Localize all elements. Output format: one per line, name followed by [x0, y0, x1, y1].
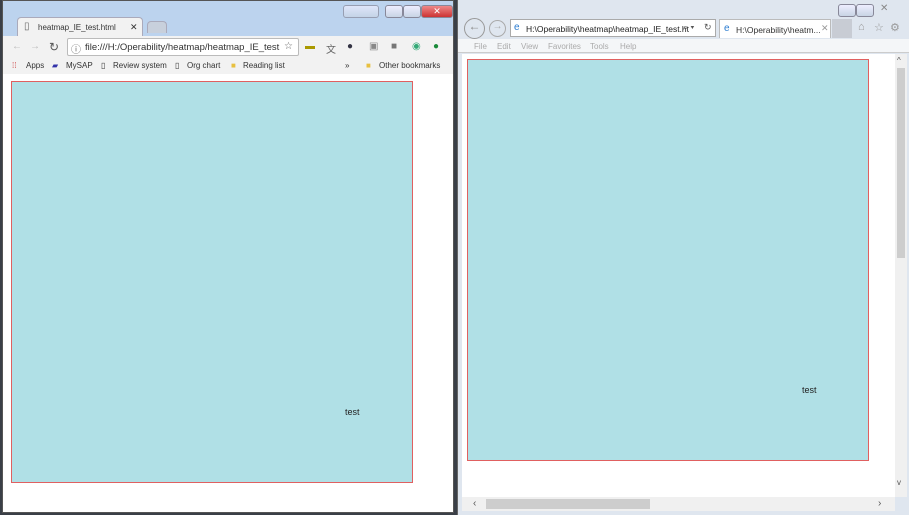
- tab-title: heatmap_IE_test.html: [38, 23, 116, 32]
- menu-favorites[interactable]: Favorites: [548, 42, 581, 51]
- minimize-button[interactable]: [385, 5, 403, 18]
- page-icon: ▯: [101, 61, 106, 70]
- bookmark-mysap[interactable]: MySAP: [66, 61, 93, 70]
- reload-icon[interactable]: ↻: [49, 40, 59, 54]
- apps-icon: ⁞⁞: [12, 61, 17, 70]
- horizontal-scrollbar[interactable]: ‹ ›: [462, 497, 895, 511]
- tab-heatmap[interactable]: e H:\Operability\heatm... ✕: [719, 19, 831, 38]
- bookmark-reading-list[interactable]: Reading list: [243, 61, 285, 70]
- heatmap-label: test: [802, 385, 817, 395]
- menu-help[interactable]: Help: [620, 42, 636, 51]
- vertical-scroll-thumb[interactable]: [897, 68, 905, 258]
- extension-clock-icon[interactable]: ●: [347, 41, 353, 52]
- new-tab-button[interactable]: [147, 21, 167, 33]
- forward-icon[interactable]: →: [30, 41, 40, 52]
- bookmark-org-chart[interactable]: Org chart: [187, 61, 220, 70]
- heatmap-label: test: [345, 407, 360, 417]
- folder-icon: ■: [366, 61, 371, 70]
- menu-view[interactable]: View: [521, 42, 538, 51]
- extension-icon[interactable]: ▬: [305, 41, 315, 52]
- menu-file[interactable]: File: [474, 42, 487, 51]
- scroll-left-icon[interactable]: ‹: [473, 498, 476, 509]
- bookmark-review-system[interactable]: Review system: [113, 61, 167, 70]
- chrome-extension-icon[interactable]: ◉: [412, 41, 421, 52]
- info-icon[interactable]: ⓘ: [71, 41, 81, 56]
- vertical-scrollbar[interactable]: ^ v: [895, 54, 907, 497]
- ie-logo-icon: e: [724, 23, 730, 34]
- translate-icon[interactable]: 文: [326, 41, 336, 56]
- star-icon[interactable]: ☆: [284, 41, 293, 52]
- bookmarks-overflow[interactable]: »: [345, 61, 349, 70]
- heatmap: test: [467, 59, 869, 461]
- heatmap: test: [11, 81, 413, 483]
- address-text: H:\Operability\heatmap\heatmap_IE_test.h…: [526, 24, 690, 34]
- back-button[interactable]: ←: [464, 18, 485, 39]
- scroll-right-icon[interactable]: ›: [878, 498, 881, 509]
- home-icon[interactable]: ⌂: [858, 21, 865, 33]
- forward-button[interactable]: →: [489, 20, 506, 37]
- menu-tools[interactable]: Tools: [590, 42, 609, 51]
- tab-title: H:\Operability\heatm...: [736, 25, 821, 35]
- settings-gear-icon[interactable]: ⚙: [890, 21, 900, 34]
- page-icon: ▯: [24, 21, 30, 32]
- user-badge: [343, 5, 379, 18]
- other-bookmarks[interactable]: Other bookmarks: [379, 61, 440, 70]
- ie-window: ✕ ← → e H:\Operability\heatmap\heatmap_I…: [457, 0, 909, 515]
- mysap-icon: ▰: [52, 61, 59, 70]
- scroll-up-icon[interactable]: ^: [897, 56, 901, 65]
- extension-square-icon[interactable]: ■: [391, 41, 397, 52]
- url-text: file:///H:/Operability/heatmap/heatmap_I…: [85, 42, 280, 53]
- search-icon[interactable]: ⌕ ▾: [683, 22, 694, 33]
- address-bar[interactable]: ⓘ file:///H:/Operability/heatmap/heatmap…: [67, 38, 299, 56]
- new-tab-button[interactable]: [832, 19, 852, 38]
- horizontal-scroll-thumb[interactable]: [486, 499, 650, 509]
- back-icon[interactable]: ←: [12, 41, 22, 52]
- close-tab-icon[interactable]: ✕: [821, 23, 829, 34]
- lock-extension-icon[interactable]: ▣: [369, 41, 378, 52]
- maximize-button[interactable]: [856, 4, 874, 17]
- toolbar: ← → ↻ ⓘ file:///H:/Operability/heatmap/h…: [3, 36, 453, 78]
- close-button[interactable]: ✕: [421, 5, 453, 18]
- refresh-icon[interactable]: ↻: [704, 22, 712, 33]
- chrome-window: ✕ ▯ heatmap_IE_test.html ✕ ← → ↻ ⓘ file:…: [2, 0, 454, 513]
- page-content: test: [3, 74, 453, 512]
- folder-icon: ■: [231, 61, 236, 70]
- page-icon: ▯: [175, 61, 180, 70]
- menu-edit[interactable]: Edit: [497, 42, 511, 51]
- tab-heatmap[interactable]: ▯ heatmap_IE_test.html ✕: [17, 17, 143, 37]
- address-bar[interactable]: e H:\Operability\heatmap\heatmap_IE_test…: [510, 19, 716, 37]
- maximize-button[interactable]: [403, 5, 421, 18]
- bookmark-apps[interactable]: Apps: [26, 61, 44, 70]
- favorites-star-icon[interactable]: ☆: [874, 21, 884, 34]
- page-content: test: [462, 54, 895, 497]
- ie-logo-icon: e: [514, 22, 520, 33]
- scroll-down-icon[interactable]: v: [897, 478, 901, 487]
- minimize-button[interactable]: [838, 4, 856, 17]
- close-button[interactable]: ✕: [880, 3, 888, 14]
- close-tab-icon[interactable]: ✕: [130, 22, 138, 33]
- green-extension-icon[interactable]: ●: [433, 41, 439, 52]
